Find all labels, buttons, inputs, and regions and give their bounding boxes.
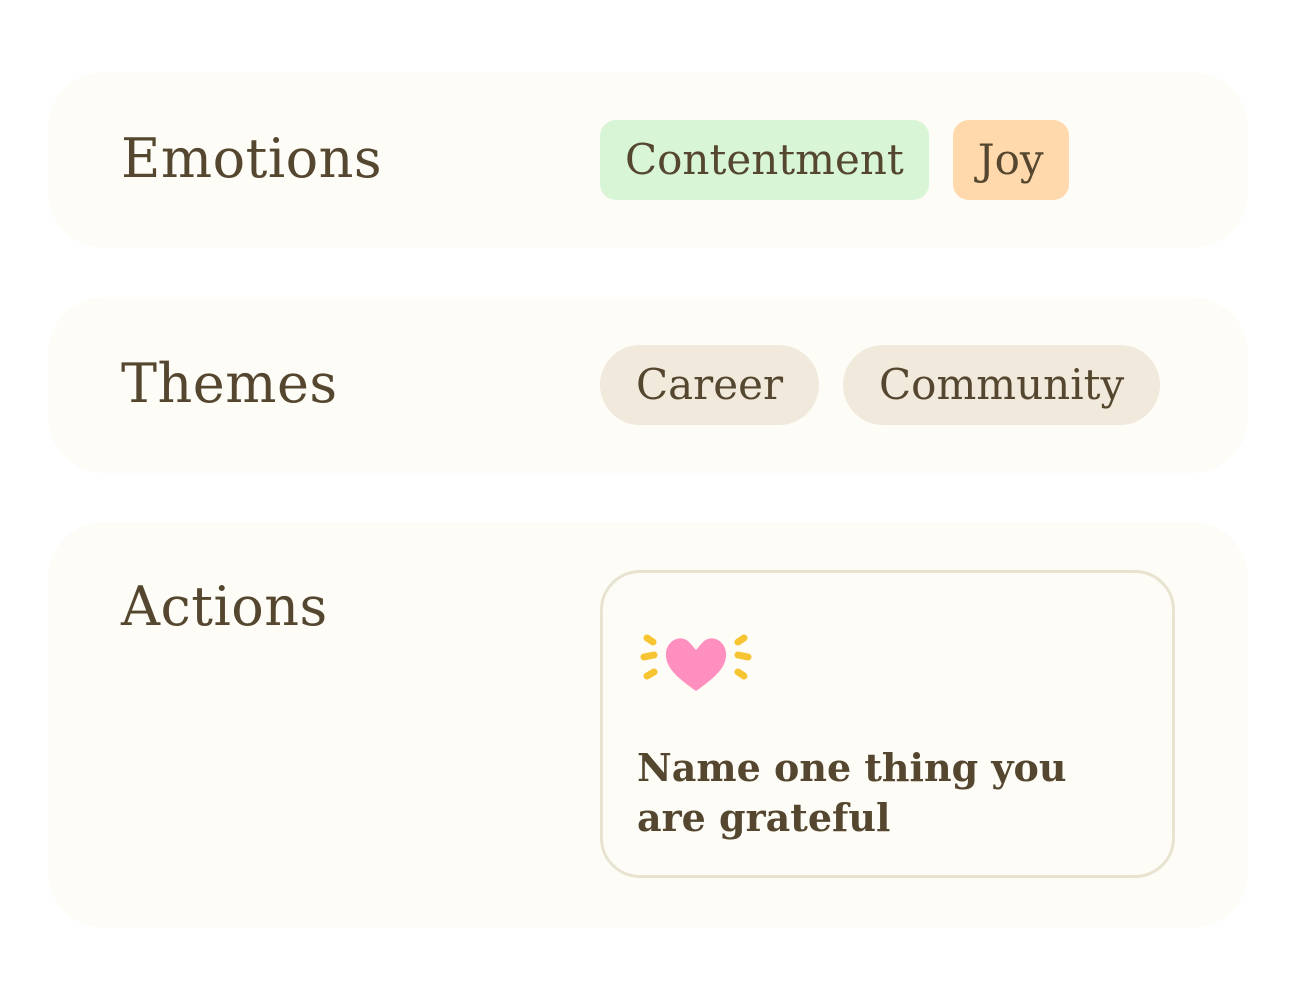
emotion-tag-joy[interactable]: Joy [952, 120, 1069, 200]
emotion-tag-contentment[interactable]: Contentment [600, 120, 929, 200]
themes-card: Themes Career Community [48, 297, 1248, 473]
emotion-tags: Contentment Joy [600, 120, 1069, 200]
emotions-card: Emotions Contentment Joy [48, 72, 1248, 248]
themes-label: Themes [121, 352, 338, 415]
sparkling-heart-icon [640, 634, 752, 691]
emotions-label: Emotions [121, 127, 383, 190]
theme-tag-community[interactable]: Community [843, 345, 1161, 425]
action-text: Name one thing you are grateful [637, 745, 1067, 840]
action-card-gratitude[interactable]: Name one thing you are grateful [600, 570, 1175, 878]
actions-label: Actions [121, 575, 328, 638]
theme-tag-career[interactable]: Career [600, 345, 820, 425]
theme-tags: Career Community [600, 345, 1161, 425]
actions-card: Actions Name one thing you are grateful [48, 522, 1248, 928]
